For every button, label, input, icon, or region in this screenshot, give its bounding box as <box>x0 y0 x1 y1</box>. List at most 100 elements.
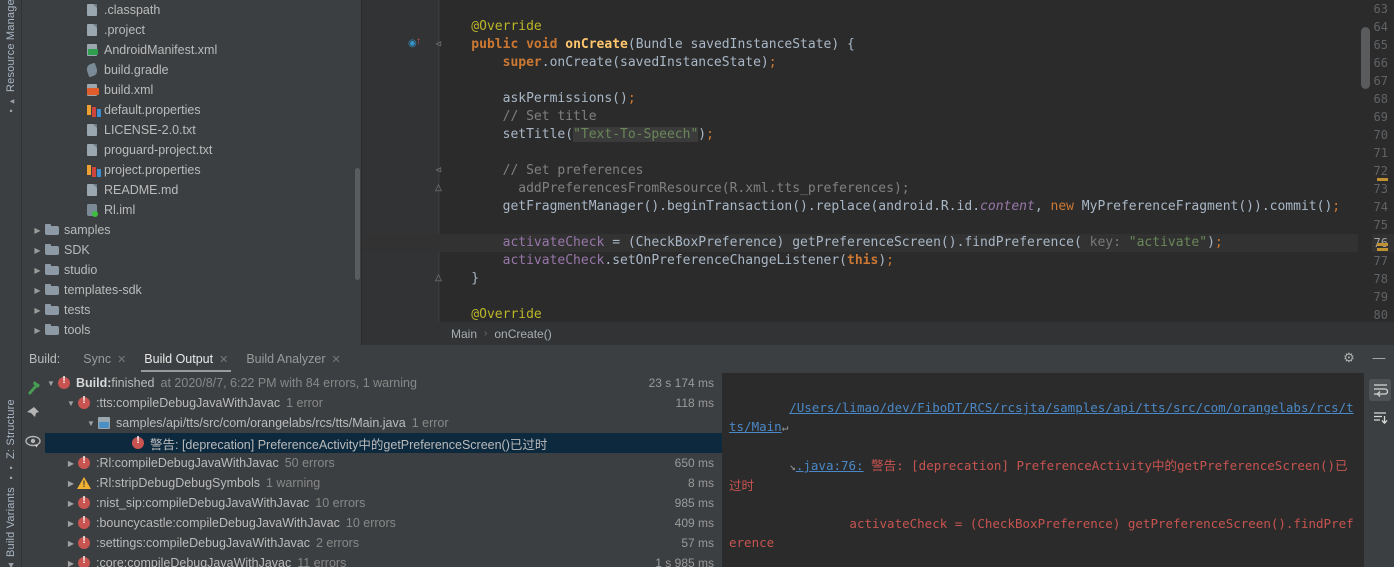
build-tree-row[interactable]: 警告: [deprecation] PreferenceActivity中的ge… <box>45 433 722 453</box>
build-tree-row[interactable]: ▼:tts:compileDebugJavaWithJavac 1 error 11… <box>45 393 722 413</box>
tree-item[interactable]: Rl.iml <box>22 200 362 220</box>
tree-item[interactable]: ▶ samples <box>22 220 362 240</box>
warning-icon <box>77 476 91 490</box>
sidebar-item-resource-manager[interactable]: ▪▸ Resource Manager <box>0 0 22 116</box>
breadcrumb-class[interactable]: Main <box>451 327 477 341</box>
tree-item[interactable]: proguard-project.txt <box>22 140 362 160</box>
build-row-meta: 1 error <box>286 396 323 410</box>
file-icon <box>84 2 100 18</box>
close-icon[interactable]: ✕ <box>332 353 341 366</box>
build-tree-row[interactable]: ▶:Rl:stripDebugDebugSymbols 1 warning 8 ms <box>45 473 722 493</box>
iml-module-icon <box>84 202 100 218</box>
override-arrow-icon[interactable]: ↑ <box>416 36 421 47</box>
chevron-right-icon[interactable]: ▶ <box>31 286 44 295</box>
tree-item[interactable]: build.xml <box>22 80 362 100</box>
tree-item[interactable]: .classpath <box>22 0 362 20</box>
build-row-meta: 1 error <box>411 416 449 430</box>
folder-icon <box>44 322 60 338</box>
error-file-link-line[interactable]: .java:76: <box>796 458 864 473</box>
project-tree-scrollbar[interactable] <box>355 168 360 280</box>
chevron-down-icon[interactable]: ▼ <box>45 379 57 388</box>
settings-gear-icon[interactable]: ⚙ <box>1340 349 1358 367</box>
tree-item[interactable]: ▶ studio <box>22 260 362 280</box>
sidebar-item-structure[interactable]: ▪▪ Z: Structure <box>0 388 22 483</box>
warning-marker[interactable] <box>1377 243 1388 246</box>
tree-item[interactable]: ▶ SDK <box>22 240 362 260</box>
editor-scrollbar-thumb[interactable] <box>1361 27 1370 89</box>
error-file-link[interactable]: /Users/limao/dev/FiboDT/RCS/rcsjta/sampl… <box>729 400 1354 434</box>
chevron-right-icon[interactable]: ▶ <box>65 499 77 508</box>
chevron-down-icon[interactable]: ▼ <box>85 419 97 428</box>
tree-item-label: .project <box>104 23 145 37</box>
chevron-right-icon[interactable]: ▶ <box>31 306 44 315</box>
folder-icon <box>44 222 60 238</box>
build-tree-row[interactable]: ▶:core:compileDebugJavaWithJavac 11 error… <box>45 553 722 567</box>
tab-sync[interactable]: Sync ✕ <box>74 346 135 372</box>
chevron-down-icon[interactable]: ▼ <box>65 399 77 408</box>
tree-item[interactable]: default.properties <box>22 100 362 120</box>
chevron-right-icon[interactable]: ▶ <box>65 519 77 528</box>
close-icon[interactable]: ✕ <box>219 353 228 366</box>
build-output-tree[interactable]: ▼ Build: finished at 2020/8/7, 6:22 PM wit… <box>45 373 722 567</box>
chevron-right-icon[interactable]: ▶ <box>65 459 77 468</box>
chevron-right-icon[interactable]: ▶ <box>31 246 44 255</box>
build-row-duration: 118 ms <box>675 396 714 410</box>
chevron-right-icon[interactable]: ▶ <box>31 326 44 335</box>
build-detail-actions <box>1363 373 1394 567</box>
soft-wrap-icon[interactable] <box>1369 379 1391 401</box>
error-code-line-1: activateCheck = (CheckBoxPreference) get… <box>729 516 1354 550</box>
build-row-meta: 10 errors <box>345 516 396 530</box>
error-icon <box>57 375 71 390</box>
file-icon <box>84 182 100 198</box>
code-text-area[interactable]: @Override public void onCreate(Bundle sa… <box>440 0 1394 345</box>
tab-build-output[interactable]: Build Output ✕ <box>135 346 237 372</box>
breadcrumb[interactable]: Main › onCreate() <box>362 322 1394 345</box>
project-tree-panel[interactable]: .classpath .project AndroidManifest.xml bui… <box>22 0 362 345</box>
breadcrumb-method[interactable]: onCreate() <box>494 327 551 341</box>
build-row-duration: 23 s 174 ms <box>648 376 714 390</box>
build-tree-row[interactable]: ▼ samples/api/tts/src/com/orangelabs/rcs/… <box>45 413 722 433</box>
chevron-right-icon[interactable]: ▶ <box>65 479 77 488</box>
build-tree-row[interactable]: ▶:Rl:compileDebugJavaWithJavac 50 errors 6… <box>45 453 722 473</box>
tree-item[interactable]: AndroidManifest.xml <box>22 40 362 60</box>
build-row-label: 警告: [deprecation] PreferenceActivity中的ge… <box>150 437 548 452</box>
chevron-right-icon[interactable]: ▶ <box>65 559 77 567</box>
chevron-right-icon[interactable]: ▶ <box>31 226 44 235</box>
code-editor[interactable]: 636465666768697071727374757677787980 ◉ ↑… <box>362 0 1394 345</box>
scroll-to-end-icon[interactable] <box>1369 407 1391 429</box>
build-tree-row[interactable]: ▶:nist_sip:compileDebugJavaWithJavac 10 e… <box>45 493 722 513</box>
error-icon <box>77 395 91 410</box>
build-row-label: :Rl:stripDebugDebugSymbols <box>96 476 260 490</box>
tree-item[interactable]: ▶ tests <box>22 300 362 320</box>
chevron-right-icon[interactable]: ▶ <box>65 539 77 548</box>
tree-item-label: SDK <box>64 243 90 257</box>
editor-gutter[interactable] <box>362 0 440 345</box>
build-detail-pane[interactable]: /Users/limao/dev/FiboDT/RCS/rcsjta/sampl… <box>723 373 1363 567</box>
tree-item[interactable]: ▶ templates-sdk <box>22 280 362 300</box>
close-icon[interactable]: ✕ <box>117 353 126 366</box>
tree-item[interactable]: LICENSE-2.0.txt <box>22 120 362 140</box>
build-tree-row[interactable]: ▼ Build: finished at 2020/8/7, 6:22 PM wit… <box>45 373 722 393</box>
minimize-icon[interactable]: — <box>1370 349 1388 367</box>
tree-item[interactable]: ▶ tools <box>22 320 362 340</box>
tree-item[interactable]: README.md <box>22 180 362 200</box>
build-tab-bar: Build: Sync ✕ Build Output ✕ Build Analy… <box>22 345 1394 373</box>
chevron-right-icon[interactable]: ▶ <box>31 266 44 275</box>
tree-item[interactable]: .project <box>22 20 362 40</box>
tab-build-analyzer[interactable]: Build Analyzer ✕ <box>237 346 349 372</box>
build-hammer-icon[interactable] <box>25 379 42 396</box>
tree-item[interactable]: project.properties <box>22 160 362 180</box>
filter-eye-icon[interactable] <box>25 433 42 450</box>
error-icon <box>77 515 91 530</box>
build-variants-icon: ▲ <box>6 560 16 567</box>
build-tree-row[interactable]: ▶:bouncycastle:compileDebugJavaWithJavac… <box>45 513 722 533</box>
build-tree-row[interactable]: ▶:settings:compileDebugJavaWithJavac 2 er… <box>45 533 722 553</box>
warning-marker[interactable] <box>1377 178 1388 181</box>
pin-icon[interactable] <box>25 406 42 423</box>
sidebar-item-label: Build Variants <box>5 486 17 557</box>
build-row-meta: 11 errors <box>297 556 347 567</box>
warning-marker[interactable] <box>1377 248 1388 251</box>
tree-item[interactable]: build.gradle <box>22 60 362 80</box>
error-icon <box>77 455 91 470</box>
sidebar-item-build-variants[interactable]: ▲ Build Variants <box>0 486 22 567</box>
